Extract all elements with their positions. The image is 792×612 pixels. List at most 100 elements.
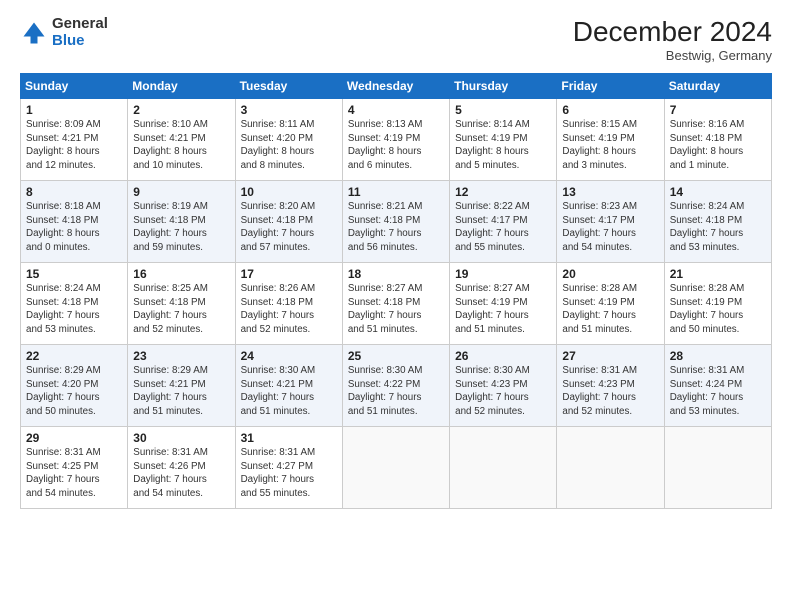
day-number: 8 bbox=[26, 185, 122, 199]
day-number: 23 bbox=[133, 349, 229, 363]
calendar-cell: 21Sunrise: 8:28 AM Sunset: 4:19 PM Dayli… bbox=[664, 263, 771, 345]
calendar-cell: 23Sunrise: 8:29 AM Sunset: 4:21 PM Dayli… bbox=[128, 345, 235, 427]
day-info: Sunrise: 8:18 AM Sunset: 4:18 PM Dayligh… bbox=[26, 200, 122, 255]
day-info: Sunrise: 8:21 AM Sunset: 4:18 PM Dayligh… bbox=[348, 200, 444, 255]
day-number: 10 bbox=[241, 185, 337, 199]
day-info: Sunrise: 8:22 AM Sunset: 4:17 PM Dayligh… bbox=[455, 200, 551, 255]
calendar-cell: 4Sunrise: 8:13 AM Sunset: 4:19 PM Daylig… bbox=[342, 99, 449, 181]
day-number: 2 bbox=[133, 103, 229, 117]
location: Bestwig, Germany bbox=[573, 48, 772, 63]
day-info: Sunrise: 8:25 AM Sunset: 4:18 PM Dayligh… bbox=[133, 282, 229, 337]
weekday-header-wednesday: Wednesday bbox=[342, 74, 449, 99]
day-number: 14 bbox=[670, 185, 766, 199]
calendar-cell: 25Sunrise: 8:30 AM Sunset: 4:22 PM Dayli… bbox=[342, 345, 449, 427]
day-number: 22 bbox=[26, 349, 122, 363]
day-number: 24 bbox=[241, 349, 337, 363]
day-number: 31 bbox=[241, 431, 337, 445]
day-number: 12 bbox=[455, 185, 551, 199]
day-number: 29 bbox=[26, 431, 122, 445]
day-info: Sunrise: 8:15 AM Sunset: 4:19 PM Dayligh… bbox=[562, 118, 658, 173]
day-info: Sunrise: 8:24 AM Sunset: 4:18 PM Dayligh… bbox=[670, 200, 766, 255]
title-block: December 2024 Bestwig, Germany bbox=[573, 16, 772, 63]
calendar-cell: 19Sunrise: 8:27 AM Sunset: 4:19 PM Dayli… bbox=[450, 263, 557, 345]
day-info: Sunrise: 8:27 AM Sunset: 4:18 PM Dayligh… bbox=[348, 282, 444, 337]
day-number: 28 bbox=[670, 349, 766, 363]
day-info: Sunrise: 8:30 AM Sunset: 4:21 PM Dayligh… bbox=[241, 364, 337, 419]
calendar-cell: 30Sunrise: 8:31 AM Sunset: 4:26 PM Dayli… bbox=[128, 427, 235, 509]
calendar-cell: 7Sunrise: 8:16 AM Sunset: 4:18 PM Daylig… bbox=[664, 99, 771, 181]
day-number: 3 bbox=[241, 103, 337, 117]
day-info: Sunrise: 8:30 AM Sunset: 4:23 PM Dayligh… bbox=[455, 364, 551, 419]
calendar-table: SundayMondayTuesdayWednesdayThursdayFrid… bbox=[20, 73, 772, 509]
day-info: Sunrise: 8:14 AM Sunset: 4:19 PM Dayligh… bbox=[455, 118, 551, 173]
calendar-cell: 27Sunrise: 8:31 AM Sunset: 4:23 PM Dayli… bbox=[557, 345, 664, 427]
calendar-cell: 9Sunrise: 8:19 AM Sunset: 4:18 PM Daylig… bbox=[128, 181, 235, 263]
calendar-cell: 17Sunrise: 8:26 AM Sunset: 4:18 PM Dayli… bbox=[235, 263, 342, 345]
calendar-cell: 15Sunrise: 8:24 AM Sunset: 4:18 PM Dayli… bbox=[21, 263, 128, 345]
day-info: Sunrise: 8:31 AM Sunset: 4:24 PM Dayligh… bbox=[670, 364, 766, 419]
day-info: Sunrise: 8:31 AM Sunset: 4:25 PM Dayligh… bbox=[26, 446, 122, 501]
calendar-cell bbox=[342, 427, 449, 509]
page: General Blue December 2024 Bestwig, Germ… bbox=[0, 0, 792, 612]
calendar-cell: 2Sunrise: 8:10 AM Sunset: 4:21 PM Daylig… bbox=[128, 99, 235, 181]
day-info: Sunrise: 8:09 AM Sunset: 4:21 PM Dayligh… bbox=[26, 118, 122, 173]
day-number: 26 bbox=[455, 349, 551, 363]
calendar-cell: 11Sunrise: 8:21 AM Sunset: 4:18 PM Dayli… bbox=[342, 181, 449, 263]
day-info: Sunrise: 8:30 AM Sunset: 4:22 PM Dayligh… bbox=[348, 364, 444, 419]
calendar-cell: 26Sunrise: 8:30 AM Sunset: 4:23 PM Dayli… bbox=[450, 345, 557, 427]
day-info: Sunrise: 8:20 AM Sunset: 4:18 PM Dayligh… bbox=[241, 200, 337, 255]
day-number: 7 bbox=[670, 103, 766, 117]
day-info: Sunrise: 8:29 AM Sunset: 4:20 PM Dayligh… bbox=[26, 364, 122, 419]
calendar-cell: 8Sunrise: 8:18 AM Sunset: 4:18 PM Daylig… bbox=[21, 181, 128, 263]
weekday-header-tuesday: Tuesday bbox=[235, 74, 342, 99]
month-title: December 2024 bbox=[573, 16, 772, 48]
day-number: 6 bbox=[562, 103, 658, 117]
calendar-cell: 6Sunrise: 8:15 AM Sunset: 4:19 PM Daylig… bbox=[557, 99, 664, 181]
weekday-header-saturday: Saturday bbox=[664, 74, 771, 99]
calendar-cell: 20Sunrise: 8:28 AM Sunset: 4:19 PM Dayli… bbox=[557, 263, 664, 345]
day-info: Sunrise: 8:26 AM Sunset: 4:18 PM Dayligh… bbox=[241, 282, 337, 337]
calendar-cell bbox=[450, 427, 557, 509]
calendar-cell: 3Sunrise: 8:11 AM Sunset: 4:20 PM Daylig… bbox=[235, 99, 342, 181]
day-number: 25 bbox=[348, 349, 444, 363]
calendar-cell: 10Sunrise: 8:20 AM Sunset: 4:18 PM Dayli… bbox=[235, 181, 342, 263]
weekday-header-friday: Friday bbox=[557, 74, 664, 99]
calendar-cell: 5Sunrise: 8:14 AM Sunset: 4:19 PM Daylig… bbox=[450, 99, 557, 181]
day-number: 19 bbox=[455, 267, 551, 281]
day-number: 20 bbox=[562, 267, 658, 281]
logo-general: General bbox=[52, 15, 108, 32]
calendar-cell bbox=[557, 427, 664, 509]
calendar-cell: 29Sunrise: 8:31 AM Sunset: 4:25 PM Dayli… bbox=[21, 427, 128, 509]
calendar-cell: 24Sunrise: 8:30 AM Sunset: 4:21 PM Dayli… bbox=[235, 345, 342, 427]
day-info: Sunrise: 8:24 AM Sunset: 4:18 PM Dayligh… bbox=[26, 282, 122, 337]
day-info: Sunrise: 8:27 AM Sunset: 4:19 PM Dayligh… bbox=[455, 282, 551, 337]
weekday-header-thursday: Thursday bbox=[450, 74, 557, 99]
day-number: 27 bbox=[562, 349, 658, 363]
day-info: Sunrise: 8:16 AM Sunset: 4:18 PM Dayligh… bbox=[670, 118, 766, 173]
day-number: 18 bbox=[348, 267, 444, 281]
day-number: 4 bbox=[348, 103, 444, 117]
calendar-cell: 12Sunrise: 8:22 AM Sunset: 4:17 PM Dayli… bbox=[450, 181, 557, 263]
header: General Blue December 2024 Bestwig, Germ… bbox=[20, 16, 772, 63]
day-number: 5 bbox=[455, 103, 551, 117]
weekday-header-sunday: Sunday bbox=[21, 74, 128, 99]
day-info: Sunrise: 8:19 AM Sunset: 4:18 PM Dayligh… bbox=[133, 200, 229, 255]
day-info: Sunrise: 8:13 AM Sunset: 4:19 PM Dayligh… bbox=[348, 118, 444, 173]
day-number: 13 bbox=[562, 185, 658, 199]
calendar-cell: 18Sunrise: 8:27 AM Sunset: 4:18 PM Dayli… bbox=[342, 263, 449, 345]
calendar-cell: 14Sunrise: 8:24 AM Sunset: 4:18 PM Dayli… bbox=[664, 181, 771, 263]
day-info: Sunrise: 8:23 AM Sunset: 4:17 PM Dayligh… bbox=[562, 200, 658, 255]
day-number: 15 bbox=[26, 267, 122, 281]
calendar-cell: 28Sunrise: 8:31 AM Sunset: 4:24 PM Dayli… bbox=[664, 345, 771, 427]
day-info: Sunrise: 8:31 AM Sunset: 4:27 PM Dayligh… bbox=[241, 446, 337, 501]
weekday-header-monday: Monday bbox=[128, 74, 235, 99]
day-info: Sunrise: 8:28 AM Sunset: 4:19 PM Dayligh… bbox=[670, 282, 766, 337]
day-info: Sunrise: 8:31 AM Sunset: 4:23 PM Dayligh… bbox=[562, 364, 658, 419]
day-number: 9 bbox=[133, 185, 229, 199]
calendar-cell bbox=[664, 427, 771, 509]
calendar-cell: 31Sunrise: 8:31 AM Sunset: 4:27 PM Dayli… bbox=[235, 427, 342, 509]
day-number: 30 bbox=[133, 431, 229, 445]
day-number: 17 bbox=[241, 267, 337, 281]
day-number: 21 bbox=[670, 267, 766, 281]
day-number: 1 bbox=[26, 103, 122, 117]
